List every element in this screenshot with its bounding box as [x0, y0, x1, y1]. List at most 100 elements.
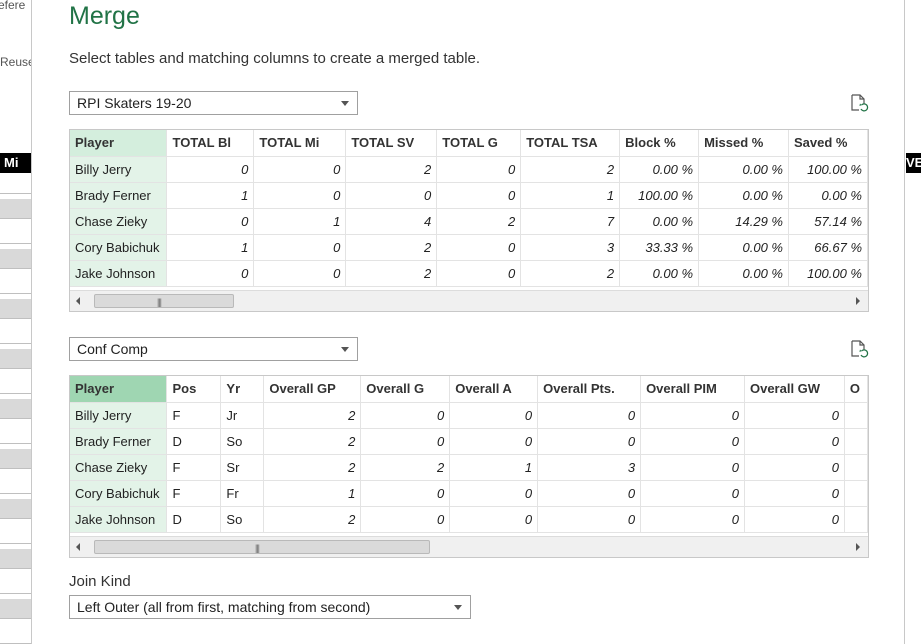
background-ribbon-text: Reuse: [0, 55, 32, 69]
column-header[interactable]: TOTAL Mi: [253, 130, 347, 157]
table-cell: D: [166, 506, 222, 533]
column-header[interactable]: TOTAL Bl: [166, 130, 255, 157]
table-cell: 0: [436, 234, 522, 261]
table-cell: F: [166, 454, 222, 481]
table-cell: 7: [520, 208, 621, 235]
chevron-down-icon: [341, 347, 349, 352]
table-cell: 0: [360, 402, 451, 429]
column-header[interactable]: Overall GP: [263, 376, 362, 403]
table-cell: [844, 506, 868, 533]
column-header[interactable]: Overall G: [360, 376, 451, 403]
player-cell: Brady Ferner: [70, 182, 168, 209]
column-header-player[interactable]: Player: [70, 130, 168, 157]
table-row: Billy Jerry F Jr 2 0 0 0 0 0: [70, 402, 868, 429]
column-header[interactable]: TOTAL TSA: [520, 130, 621, 157]
table-cell: 0: [253, 182, 347, 209]
table-cell: 0: [640, 454, 745, 481]
table-cell: 0.00 %: [619, 260, 700, 287]
grip-icon: |||: [157, 297, 162, 307]
first-table-dropdown[interactable]: RPI Skaters 19-20: [69, 91, 358, 115]
scroll-left-arrow-icon[interactable]: [76, 543, 80, 551]
table-cell: 0: [253, 156, 347, 183]
chevron-down-icon: [454, 605, 462, 610]
chevron-down-icon: [341, 101, 349, 106]
scrollbar-thumb[interactable]: |||: [94, 540, 430, 554]
table-cell: D: [166, 428, 222, 455]
scrollbar-thumb[interactable]: |||: [94, 294, 234, 308]
table-cell: 3: [520, 234, 621, 261]
table-cell: 0: [744, 506, 845, 533]
grip-icon: |||: [255, 543, 260, 553]
table-cell: 14.29 %: [698, 208, 789, 235]
column-header[interactable]: Yr: [220, 376, 265, 403]
table-cell: 3: [537, 454, 642, 481]
table-cell: 0: [640, 506, 745, 533]
join-kind-dropdown[interactable]: Left Outer (all from first, matching fro…: [69, 595, 471, 619]
table-cell: 2: [520, 260, 621, 287]
table-cell: 0: [449, 506, 539, 533]
scroll-right-arrow-icon[interactable]: [856, 543, 860, 551]
column-header[interactable]: Block %: [619, 130, 700, 157]
table-cell: Jr: [220, 402, 265, 429]
table-cell: 0: [166, 208, 255, 235]
table-cell: 4: [345, 208, 438, 235]
join-kind-label: Join Kind: [69, 573, 131, 590]
player-cell: Chase Zieky: [70, 208, 168, 235]
column-header[interactable]: Overall PIM: [640, 376, 745, 403]
column-header[interactable]: TOTAL G: [436, 130, 522, 157]
table-cell: 0: [360, 506, 451, 533]
column-header[interactable]: Missed %: [698, 130, 789, 157]
background-header-cell: Mi: [0, 153, 31, 173]
background-ribbon-text: efere: [0, 0, 26, 12]
first-table-horizontal-scrollbar[interactable]: |||: [70, 290, 868, 311]
refresh-preview-icon[interactable]: [849, 339, 869, 359]
column-header[interactable]: Overall Pts.: [537, 376, 642, 403]
player-cell: Jake Johnson: [70, 260, 168, 287]
table-cell: 1: [520, 182, 621, 209]
column-header[interactable]: Saved %: [788, 130, 868, 157]
join-kind-dropdown-value: Left Outer (all from first, matching fro…: [77, 599, 371, 615]
column-header[interactable]: Overall A: [449, 376, 539, 403]
column-header[interactable]: TOTAL SV: [345, 130, 438, 157]
table-cell: Fr: [220, 480, 265, 507]
column-header[interactable]: Overall GW: [744, 376, 845, 403]
scroll-right-arrow-icon[interactable]: [856, 297, 860, 305]
table-cell: 1: [253, 208, 347, 235]
table-row: Cory Babichuk 1 0 2 0 3 33.33 % 0.00 % 6…: [70, 234, 868, 261]
table-cell: F: [166, 480, 222, 507]
second-table-horizontal-scrollbar[interactable]: |||: [70, 536, 868, 557]
table-cell: 2: [345, 260, 438, 287]
table-cell: 0.00 %: [698, 182, 789, 209]
table-row: Billy Jerry 0 0 2 0 2 0.00 % 0.00 % 100.…: [70, 156, 868, 183]
table-cell: 2: [360, 454, 451, 481]
table-cell: 0: [744, 402, 845, 429]
table-cell: 0: [640, 480, 745, 507]
table-cell: 0.00 %: [698, 260, 789, 287]
table-cell: 1: [449, 454, 539, 481]
second-table-preview[interactable]: Player Pos Yr Overall GP Overall G Overa…: [69, 375, 869, 558]
second-table-dropdown[interactable]: Conf Comp: [69, 337, 358, 361]
table-cell: 0: [537, 402, 642, 429]
table-cell: 0: [166, 260, 255, 287]
table-cell: 2: [345, 156, 438, 183]
table-cell: 0: [436, 182, 522, 209]
refresh-preview-icon[interactable]: [849, 93, 869, 113]
table-row: Chase Zieky F Sr 2 2 1 3 0 0: [70, 454, 868, 481]
dialog-subtitle: Select tables and matching columns to cr…: [69, 50, 481, 67]
background-sheet-left: efere Reuse Mi: [0, 0, 32, 644]
table-cell: Sr: [220, 454, 265, 481]
first-table-preview[interactable]: Player TOTAL Bl TOTAL Mi TOTAL SV TOTAL …: [69, 129, 869, 312]
table-cell: 0: [360, 428, 451, 455]
column-header-player[interactable]: Player: [70, 376, 168, 403]
player-cell: Brady Ferner: [70, 428, 168, 455]
scroll-left-arrow-icon[interactable]: [76, 297, 80, 305]
column-header[interactable]: O: [844, 376, 868, 403]
table-cell: 2: [263, 454, 362, 481]
table-cell: 1: [166, 234, 255, 261]
table-row: Chase Zieky 0 1 4 2 7 0.00 % 14.29 % 57.…: [70, 208, 868, 235]
column-header[interactable]: Pos: [166, 376, 222, 403]
table-cell: 2: [263, 428, 362, 455]
table-cell: 0: [360, 480, 451, 507]
table-cell: 0: [744, 428, 845, 455]
table-cell: [844, 428, 868, 455]
